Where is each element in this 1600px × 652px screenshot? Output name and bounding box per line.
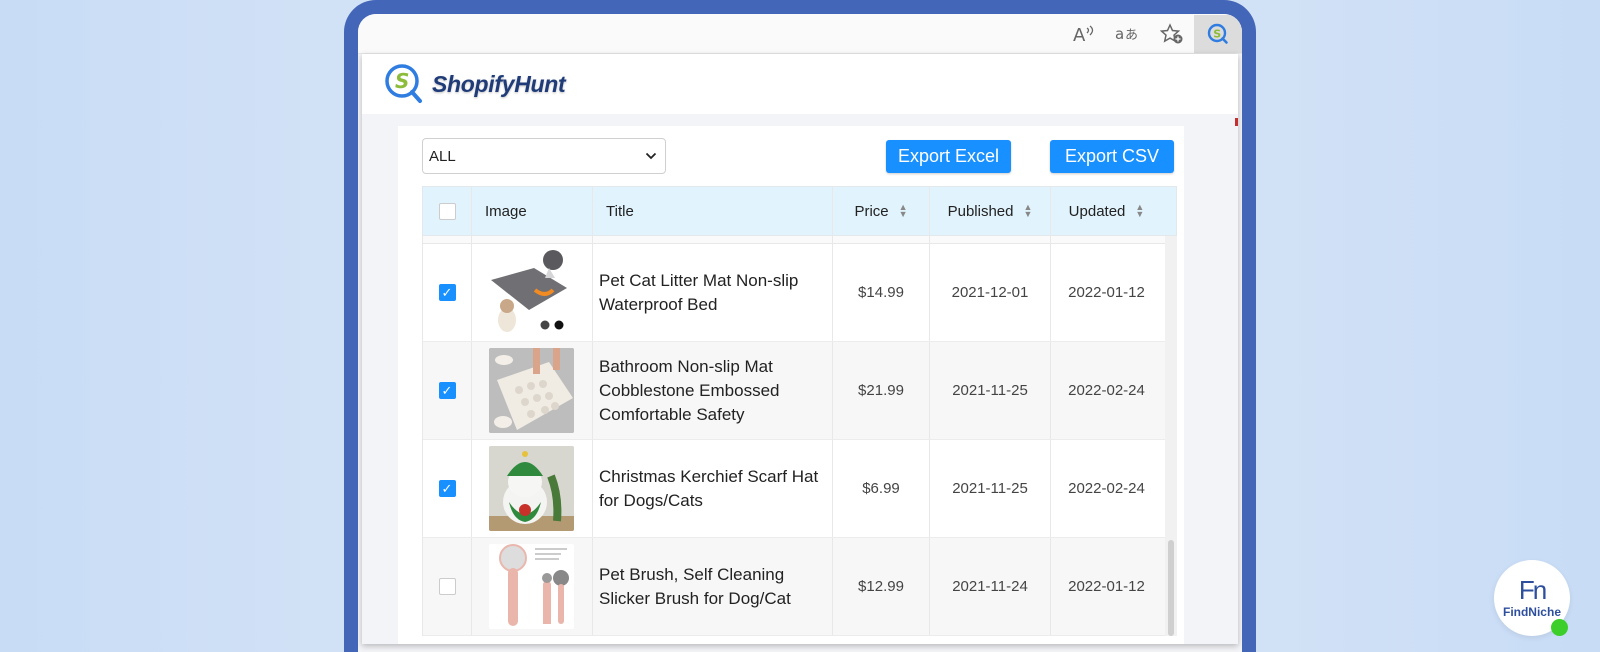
row-price: $6.99 [833, 440, 930, 537]
row-updated: 2022-01-12 [1068, 578, 1145, 595]
row-title: Christmas Kerchief Scarf Hat for Dogs/Ca… [593, 440, 833, 537]
online-status-dot [1551, 619, 1568, 636]
row-title: Bathroom Non-slip Mat Cobblestone Emboss… [593, 342, 833, 439]
row-checkbox[interactable]: ✓ [438, 382, 456, 399]
table-row[interactable]: ✓ [423, 440, 1177, 538]
column-updated[interactable]: Updated ▲ ▼ [1051, 187, 1162, 235]
device-frame: A aあ S S ShopifyHunt ALL Export Excel Ex… [344, 0, 1256, 652]
table-body: Random Color ✓ [422, 236, 1177, 636]
table-row[interactable]: ✓ [423, 244, 1177, 342]
scrollbar-thumb[interactable] [1168, 540, 1174, 636]
column-published-label: Published [947, 202, 1014, 220]
extension-popup: S ShopifyHunt ALL Export Excel Export CS… [362, 54, 1238, 644]
svg-text:a: a [1115, 25, 1124, 43]
export-excel-button[interactable]: Export Excel [886, 140, 1011, 173]
sort-icon[interactable]: ▲ ▼ [1023, 203, 1032, 219]
column-price-label: Price [854, 202, 889, 220]
read-aloud-icon[interactable]: A [1062, 15, 1106, 53]
svg-text:S: S [1213, 27, 1221, 40]
svg-text:あ: あ [1125, 28, 1138, 43]
header-select-all [423, 187, 472, 235]
svg-text:A: A [1073, 25, 1086, 44]
filter-select-value: ALL [429, 147, 456, 165]
row-published: 2021-12-01 [930, 244, 1051, 341]
sort-icon[interactable]: ▲ ▼ [899, 203, 908, 219]
browser-toolbar: A aあ S [358, 14, 1242, 54]
edge-marker [1235, 118, 1238, 126]
row-price: $14.99 [833, 244, 930, 341]
brand-header: S ShopifyHunt [362, 54, 1238, 114]
export-csv-button[interactable]: Export CSV [1050, 140, 1174, 173]
column-price[interactable]: Price ▲ ▼ [833, 187, 930, 235]
add-favorite-icon[interactable] [1150, 15, 1194, 53]
row-updated: 2022-01-12 [1068, 284, 1145, 301]
findniche-badge[interactable]: Fn FindNiche [1494, 560, 1570, 636]
svg-text:S: S [395, 69, 409, 93]
browser-window: A aあ S S ShopifyHunt ALL Export Excel Ex… [358, 14, 1242, 652]
shopifyhunt-logo-icon: S [385, 64, 422, 103]
brand-name: ShopifyHunt [432, 70, 566, 97]
row-price: $21.99 [833, 342, 930, 439]
findniche-label: FindNiche [1502, 605, 1561, 619]
column-image: Image [472, 187, 593, 235]
row-checkbox[interactable] [438, 578, 456, 595]
product-image-bathroom-mat [489, 348, 574, 433]
column-published[interactable]: Published ▲ ▼ [930, 187, 1051, 235]
row-published: 2021-11-25 [930, 440, 1051, 537]
column-updated-label: Updated [1068, 202, 1126, 220]
row-title: Pet Cat Litter Mat Non-slip Waterproof B… [593, 244, 833, 341]
table-scrollbar[interactable] [1165, 236, 1177, 636]
row-price: $12.99 [833, 538, 930, 635]
row-updated: 2022-02-24 [1068, 480, 1145, 497]
table-header: Image Title Price ▲ ▼ Published ▲ ▼ Update… [422, 186, 1177, 236]
product-image-cat-litter-mat [489, 250, 574, 335]
row-published: 2021-11-24 [930, 538, 1051, 635]
products-panel: ALL Export Excel Export CSV Image Title [398, 126, 1184, 644]
translate-icon[interactable]: aあ [1106, 15, 1150, 53]
row-checkbox[interactable]: ✓ [438, 480, 456, 497]
sort-icon[interactable]: ▲ ▼ [1135, 203, 1144, 219]
chevron-down-icon [645, 152, 657, 160]
column-title: Title [593, 187, 833, 235]
product-image-christmas-hat-cat [489, 446, 574, 531]
row-updated: 2022-02-24 [1068, 382, 1145, 399]
product-image-pet-brush [489, 544, 574, 629]
table-row[interactable]: ✓ [423, 342, 1177, 440]
select-all-checkbox[interactable] [438, 202, 456, 220]
row-checkbox[interactable]: ✓ [438, 284, 456, 301]
row-published: 2021-11-25 [930, 342, 1051, 439]
products-table: Image Title Price ▲ ▼ Published ▲ ▼ Update… [422, 186, 1177, 636]
controls-bar: ALL Export Excel Export CSV [422, 138, 1174, 174]
row-title: Random Color [606, 236, 716, 240]
row-title: Pet Brush, Self Cleaning Slicker Brush f… [593, 538, 833, 635]
table-row[interactable]: Pet Brush, Self Cleaning Slicker Brush f… [423, 538, 1177, 636]
table-row-partial: Random Color [423, 236, 1177, 244]
shopifyhunt-extension-icon[interactable]: S [1194, 14, 1242, 53]
filter-select[interactable]: ALL [422, 138, 666, 174]
findniche-logo-icon: Fn [1518, 575, 1547, 605]
